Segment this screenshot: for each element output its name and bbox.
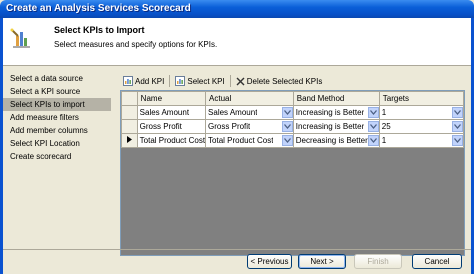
name-cell[interactable]: Gross Profit xyxy=(136,119,207,134)
actual-cell[interactable]: Gross Profit xyxy=(205,119,294,134)
dropdown-arrow-icon[interactable] xyxy=(452,135,463,146)
row-selector[interactable] xyxy=(121,105,138,120)
dropdown-arrow-icon[interactable] xyxy=(367,121,379,132)
step-select-data-source[interactable]: Select a data source xyxy=(3,72,111,85)
kpi-grid: Name Actual Band Method Targets Sales Am… xyxy=(120,90,465,256)
table-header-row: Name Actual Band Method Targets xyxy=(121,91,465,106)
footer-divider xyxy=(3,249,471,250)
next-button[interactable]: Next > xyxy=(298,254,346,269)
page-title: Select KPIs to Import xyxy=(54,25,145,35)
targets-cell[interactable]: 1 xyxy=(378,105,465,120)
name-cell[interactable]: Total Product Cost xyxy=(136,133,207,148)
page-subtitle: Select measures and specify options for … xyxy=(54,40,218,49)
step-add-measure-filters[interactable]: Add measure filters xyxy=(3,111,111,124)
window-title: Create an Analysis Services Scorecard xyxy=(6,3,191,14)
finish-button[interactable]: Finish xyxy=(354,254,402,269)
toolbar-separator xyxy=(229,75,231,87)
kpi-table: Name Actual Band Method Targets Sales Am… xyxy=(121,91,465,148)
delete-selected-kpis-button[interactable]: Delete Selected KPIs xyxy=(233,74,326,89)
add-kpi-button[interactable]: Add KPI xyxy=(120,74,167,89)
column-header-actual[interactable]: Actual xyxy=(205,91,294,106)
row-selector[interactable] xyxy=(121,119,138,134)
table-row[interactable]: Gross Profit Gross Profit Increasing is … xyxy=(121,119,465,134)
dropdown-arrow-icon[interactable] xyxy=(281,135,293,146)
step-select-kpi-source[interactable]: Select a KPI source xyxy=(3,85,111,98)
band-method-cell[interactable]: Increasing is Better xyxy=(292,105,380,120)
band-method-cell[interactable]: Decreasing is Better xyxy=(292,133,380,148)
step-select-kpis-to-import[interactable]: Select KPIs to import xyxy=(3,98,111,111)
actual-cell[interactable]: Sales Amount xyxy=(205,105,294,120)
actual-cell[interactable]: Total Product Cost xyxy=(205,133,294,148)
targets-cell[interactable]: 25 xyxy=(378,119,465,134)
wizard-icon xyxy=(10,26,32,54)
current-row-indicator[interactable] xyxy=(121,133,138,148)
select-kpi-icon xyxy=(175,76,186,86)
title-bar: Create an Analysis Services Scorecard xyxy=(0,0,474,18)
column-header-band-method[interactable]: Band Method xyxy=(292,91,380,106)
step-add-member-columns[interactable]: Add member columns xyxy=(3,124,111,137)
dropdown-arrow-icon[interactable] xyxy=(452,121,463,132)
current-row-arrow-icon xyxy=(126,136,132,143)
wizard-header: Select KPIs to Import Select measures an… xyxy=(3,18,471,66)
add-kpi-icon xyxy=(123,76,133,86)
dropdown-arrow-icon[interactable] xyxy=(367,135,379,146)
select-kpi-button[interactable]: Select KPI xyxy=(172,74,227,89)
table-row[interactable]: Sales Amount Sales Amount Increasing is … xyxy=(121,105,465,120)
column-header-targets[interactable]: Targets xyxy=(378,91,465,106)
dropdown-arrow-icon[interactable] xyxy=(281,121,293,132)
toolbar-separator xyxy=(169,75,171,87)
cancel-button[interactable]: Cancel xyxy=(412,254,462,269)
band-method-cell[interactable]: Increasing is Better xyxy=(292,119,380,134)
row-header-corner xyxy=(121,91,138,106)
dropdown-arrow-icon[interactable] xyxy=(452,107,463,118)
wizard-steps: Select a data source Select a KPI source… xyxy=(3,72,111,163)
table-row[interactable]: Total Product Cost Total Product Cost De… xyxy=(121,133,465,148)
dropdown-arrow-icon[interactable] xyxy=(281,107,293,118)
kpi-toolbar: Add KPI Select KPI Delete Selected KPIs xyxy=(120,73,464,89)
targets-cell[interactable]: 1 xyxy=(378,133,465,148)
name-cell[interactable]: Sales Amount xyxy=(136,105,207,120)
delete-icon xyxy=(236,77,245,85)
column-header-name[interactable]: Name xyxy=(136,91,207,106)
step-create-scorecard[interactable]: Create scorecard xyxy=(3,150,111,163)
step-select-kpi-location[interactable]: Select KPI Location xyxy=(3,137,111,150)
previous-button[interactable]: < Previous xyxy=(247,254,292,269)
dropdown-arrow-icon[interactable] xyxy=(367,107,379,118)
